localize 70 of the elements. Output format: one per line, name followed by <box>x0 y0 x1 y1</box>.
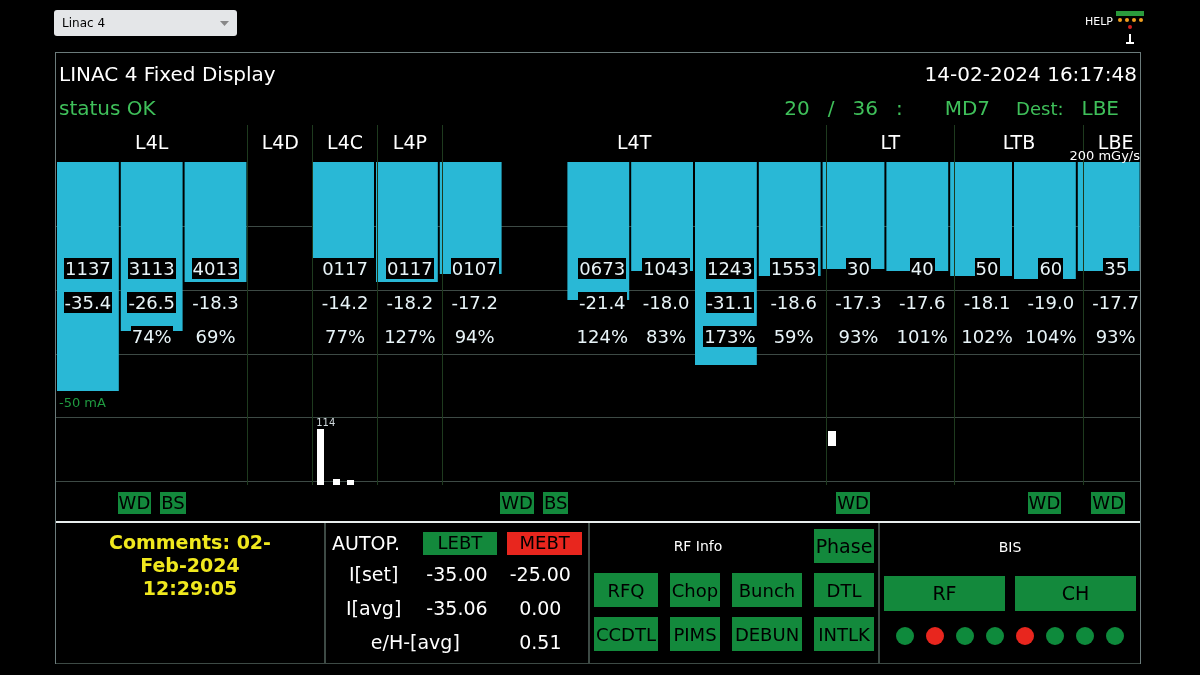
rf-button[interactable]: PIMS <box>670 617 720 651</box>
reading-label: e/H-[avg] <box>369 630 461 656</box>
section-label: L4D <box>261 129 299 155</box>
beamline-dropdown[interactable]: Linac 4 <box>54 10 237 36</box>
interlock-tag: BS <box>160 492 186 514</box>
section-label: L4L <box>135 129 169 155</box>
status-lights-icon <box>1115 10 1145 46</box>
comments-text: Comments: 02-Feb-2024 12:29:05 <box>108 531 272 601</box>
date-time: 14-02-2024 16:17:48 <box>924 61 1137 88</box>
destination-value: LBE <box>1081 95 1119 122</box>
interlock-tag: WD <box>500 492 534 514</box>
rf-button[interactable]: Bunch <box>732 573 802 607</box>
section-label: LTB <box>1002 129 1036 155</box>
rf-button[interactable]: INTLK <box>814 617 874 651</box>
section-label: L4P <box>392 129 427 155</box>
interlock-tag: BS <box>542 492 569 514</box>
cycle-number: 20 <box>784 95 810 122</box>
interlock-tag: WD <box>1027 492 1062 514</box>
user-name: MD7 <box>944 95 991 122</box>
interlock-tag: WD <box>1091 492 1126 514</box>
loss-value: -26.5 <box>127 292 176 313</box>
reading-value: -35.00 <box>425 562 489 588</box>
caret-icon <box>220 20 229 26</box>
count-value: 60 <box>1038 258 1064 279</box>
help-link[interactable]: HELP <box>1085 10 1113 31</box>
cycle-separator: / <box>827 95 835 122</box>
rf-button[interactable]: DEBUN <box>732 617 802 651</box>
peak-label: 114 <box>316 417 336 429</box>
source-button[interactable]: LEBT <box>422 531 498 555</box>
display-title: LINAC 4 Fixed Display <box>59 61 276 88</box>
current-histogram-drawing <box>828 431 836 446</box>
reading-value: 0.51 <box>518 630 563 656</box>
current-scale-label: -50 mA <box>59 394 106 412</box>
interlock-tag: WD <box>836 492 870 514</box>
reading-label: I[avg] <box>344 596 403 622</box>
count-value: 1553 <box>769 258 818 279</box>
reading-value: -25.00 <box>508 562 572 588</box>
section-label: LT <box>880 129 901 155</box>
bis-title: BIS <box>998 538 1022 557</box>
rf-button[interactable]: Chop <box>670 573 720 607</box>
reading-value: -35.06 <box>425 596 489 622</box>
bis-button[interactable]: RF <box>884 576 1005 611</box>
status-text: status OK <box>59 95 156 122</box>
count-value: 3113 <box>127 258 176 279</box>
count-value: 1137 <box>64 258 112 279</box>
count-value: 50 <box>974 258 1000 279</box>
rf-button[interactable]: RFQ <box>594 573 658 607</box>
rf-button[interactable]: CCDTL <box>594 617 658 651</box>
count-value: 0673 <box>578 258 627 279</box>
scale-label: 200 mGy/s <box>1069 149 1140 162</box>
reading-label: I[set] <box>347 562 400 588</box>
bis-button[interactable]: CH <box>1015 576 1136 611</box>
autopilot-label: AUTOP. <box>332 531 401 556</box>
percent-value: 173% <box>703 326 757 347</box>
loss-value: -35.4 <box>63 292 113 313</box>
rf-info-title: RF Info <box>672 536 724 556</box>
loss-value: -31.1 <box>705 292 755 313</box>
count-value: 0117 <box>385 258 434 279</box>
count-value: 4013 <box>191 258 240 279</box>
source-button[interactable]: MEBT <box>507 531 582 555</box>
reading-value: 0.00 <box>518 596 563 622</box>
phase-button[interactable]: Phase <box>814 529 874 563</box>
cycle-colon: : <box>895 95 903 122</box>
rf-button[interactable]: DTL <box>814 573 874 607</box>
section-label: L4T <box>617 129 652 155</box>
count-value: 1243 <box>705 258 754 279</box>
destination-label: Dest: <box>1016 96 1064 121</box>
cycle-total: 36 <box>852 95 878 122</box>
section-label: L4C <box>327 129 364 155</box>
interlock-tag: WD <box>117 492 152 514</box>
